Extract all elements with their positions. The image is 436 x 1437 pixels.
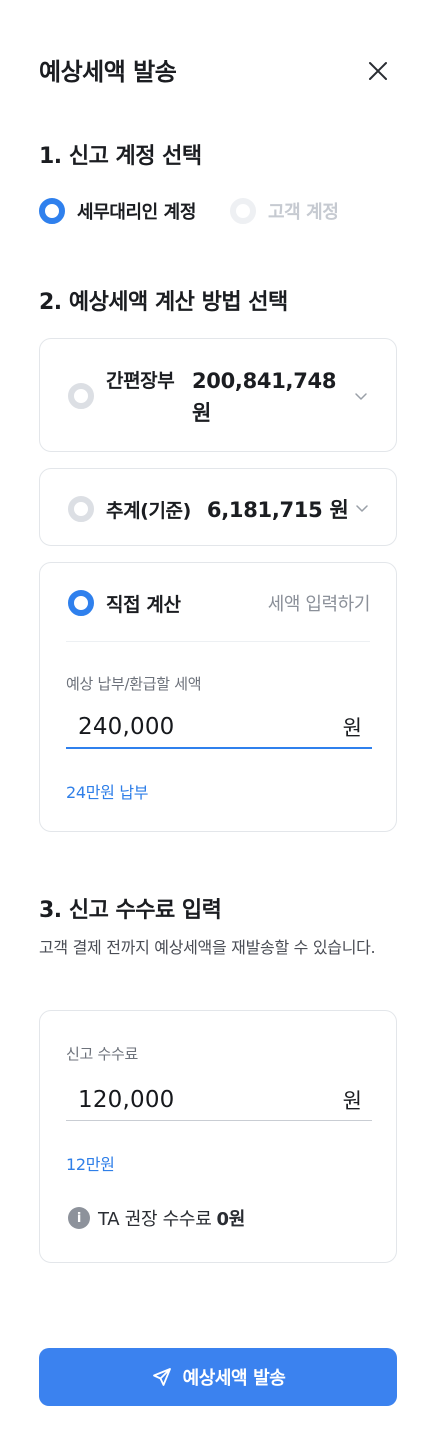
section-fee-description: 고객 결제 전까지 예상세액을 재발송할 수 있습니다. — [39, 938, 376, 957]
fee-amount-unit: 원 — [342, 1088, 362, 1113]
radio-unselected-icon[interactable] — [68, 383, 94, 409]
account-option-customer[interactable]: 고객 계정 — [230, 198, 339, 224]
tax-field-label: 예상 납부/환급할 세액 — [66, 675, 202, 693]
method-estimate-row: 추계(기준) 6,181,715 원 — [68, 494, 349, 524]
fee-amount-input[interactable]: 120,000 원 — [66, 1079, 372, 1121]
method-card-direct[interactable]: 직접 계산 세액 입력하기 예상 납부/환급할 세액 240,000 원 24만… — [39, 562, 397, 832]
method-card-simple[interactable]: 간편장부 200,841,748원 — [39, 338, 397, 452]
account-radio-group: 세무대리인 계정 고객 계정 — [39, 198, 339, 224]
recommended-fee-info: i TA 권장 수수료 0원 — [68, 1205, 245, 1231]
recommended-fee-label: TA 권장 수수료 — [98, 1209, 212, 1230]
method-simple-name: 간편장부 — [106, 370, 175, 392]
account-option-label: 세무대리인 계정 — [77, 202, 196, 223]
chevron-down-icon[interactable] — [354, 389, 368, 403]
method-estimate-value: 6,181,715 원 — [206, 498, 349, 522]
method-card-estimate[interactable]: 추계(기준) 6,181,715 원 — [39, 468, 397, 546]
recommended-fee-value: 0원 — [216, 1209, 245, 1230]
radio-unselected-icon[interactable] — [230, 198, 256, 224]
chevron-down-icon[interactable] — [355, 501, 369, 515]
tax-amount-unit: 원 — [342, 716, 362, 740]
send-button-label: 예상세액 발송 — [182, 1368, 286, 1389]
method-direct-hint: 세액 입력하기 — [267, 594, 371, 615]
radio-unselected-icon[interactable] — [68, 496, 94, 522]
fee-card: 신고 수수료 120,000 원 12만원 i TA 권장 수수료 0원 — [39, 1010, 397, 1263]
tax-amount-value: 240,000 — [78, 714, 175, 740]
method-direct-row: 직접 계산 세액 입력하기 — [68, 587, 370, 619]
account-option-label: 고객 계정 — [268, 202, 339, 223]
method-direct-name: 직접 계산 — [106, 593, 181, 616]
method-simple-value: 200,841,748원 — [192, 369, 337, 425]
tax-amount-helper: 24만원 납부 — [66, 783, 149, 802]
page-title: 예상세액 발송 — [39, 58, 177, 86]
panel-header: 예상세액 발송 — [39, 52, 397, 92]
send-icon — [152, 1368, 171, 1386]
radio-selected-icon[interactable] — [39, 198, 65, 224]
section-account-title: 1. 신고 계정 선택 — [39, 144, 202, 169]
info-icon: i — [68, 1207, 90, 1229]
send-estimate-button[interactable]: 예상세액 발송 — [39, 1348, 397, 1406]
fee-amount-helper: 12만원 — [66, 1155, 115, 1174]
fee-field-label: 신고 수수료 — [66, 1045, 138, 1063]
fee-amount-value: 120,000 — [78, 1086, 175, 1113]
section-fee-title: 3. 신고 수수료 입력 — [39, 898, 222, 923]
tax-amount-input[interactable]: 240,000 원 — [66, 707, 372, 749]
section-method-title: 2. 예상세액 계산 방법 선택 — [39, 290, 288, 315]
close-icon[interactable] — [367, 60, 389, 82]
account-option-agent[interactable]: 세무대리인 계정 — [39, 198, 196, 224]
method-estimate-name: 추계(기준) — [106, 499, 191, 522]
radio-selected-icon[interactable] — [68, 590, 94, 616]
divider — [66, 641, 370, 642]
